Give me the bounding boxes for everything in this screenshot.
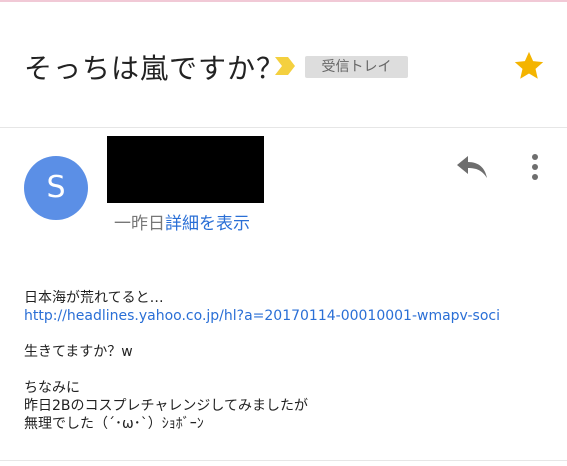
body-line: 生きてますか？w (24, 344, 133, 360)
inbox-label-chip[interactable]: 受信トレイ (305, 56, 408, 78)
sender-avatar: S (24, 156, 88, 220)
divider (0, 460, 567, 461)
show-details-link[interactable]: 詳細を表示 (165, 214, 250, 234)
body-line: ちなみに (24, 380, 80, 396)
email-view: そっちは嵐ですか？ 受信トレイ S 一昨日詳細を表示 日本海が荒れてると… ht… (0, 0, 567, 466)
sender-name-redacted (107, 136, 264, 203)
star-icon[interactable] (512, 49, 546, 83)
email-meta: 一昨日詳細を表示 (114, 209, 250, 234)
email-body: 日本海が荒れてると… http://headlines.yahoo.co.jp/… (24, 289, 554, 433)
email-date: 一昨日 (114, 214, 165, 234)
more-vert-icon[interactable] (525, 152, 545, 182)
reply-icon[interactable] (455, 152, 489, 180)
body-line: 日本海が荒れてると… (24, 290, 164, 306)
body-line: 無理でした（´･ω･`）ｼｮﾎﾞｰﾝ (24, 416, 204, 432)
body-line: 昨日2Bのコスプレチャレンジしてみましたが (24, 398, 308, 414)
subject-header: そっちは嵐ですか？ 受信トレイ (0, 2, 567, 128)
email-subject: そっちは嵐ですか？ (24, 52, 286, 85)
importance-marker-icon[interactable] (273, 55, 297, 77)
body-link[interactable]: http://headlines.yahoo.co.jp/hl?a=201701… (24, 307, 524, 325)
